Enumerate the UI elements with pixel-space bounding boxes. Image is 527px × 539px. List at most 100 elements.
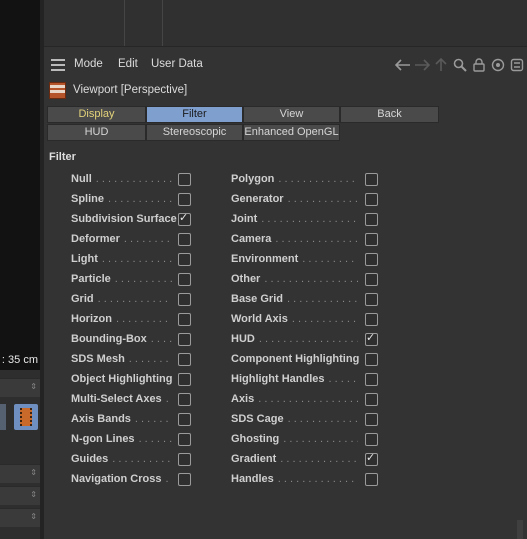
filter-option-polygon[interactable]: Polygon . . . . . . . . . . . . . . . . … xyxy=(231,173,379,187)
filter-option-bounding-box[interactable]: Bounding-Box . . . . . . . . . . . . . .… xyxy=(71,333,192,347)
filter-option-light[interactable]: Light . . . . . . . . . . . . . . . . . … xyxy=(71,253,192,267)
checkbox[interactable] xyxy=(365,253,378,266)
filter-option-null[interactable]: Null . . . . . . . . . . . . . . . . . .… xyxy=(71,173,192,187)
target-icon[interactable] xyxy=(490,57,506,73)
filter-option-subdivision-surface[interactable]: Subdivision Surface xyxy=(71,211,192,227)
filter-option-handles[interactable]: Handles . . . . . . . . . . . . . . . . … xyxy=(231,473,379,487)
tab-view[interactable]: View xyxy=(243,106,340,123)
filter-option-object-highlighting[interactable]: Object Highlighting xyxy=(71,373,192,387)
leader-dots: . . . . . . . . . . . . . . . . . . . . … xyxy=(108,193,172,205)
checkbox[interactable] xyxy=(178,373,191,386)
spinner-icon[interactable]: ⇕ xyxy=(30,382,37,391)
checkbox-checked[interactable] xyxy=(178,211,191,226)
checkbox[interactable] xyxy=(365,273,378,286)
filter-option-n-gon-lines[interactable]: N-gon Lines . . . . . . . . . . . . . . … xyxy=(71,433,192,447)
left-field-row[interactable]: ⇕ xyxy=(0,508,40,527)
tab-hud[interactable]: HUD xyxy=(47,124,146,141)
filter-option-environment[interactable]: Environment . . . . . . . . . . . . . . … xyxy=(231,253,379,267)
checkbox[interactable] xyxy=(178,413,191,426)
arrow-left-icon[interactable] xyxy=(395,57,411,73)
left-viewport-area[interactable] xyxy=(0,0,40,370)
filter-option-deformer[interactable]: Deformer . . . . . . . . . . . . . . . .… xyxy=(71,233,192,247)
filter-option-navigation-cross[interactable]: Navigation Cross . . . . . . . . . . . .… xyxy=(71,473,192,487)
filter-option-label: Camera xyxy=(231,233,272,245)
filter-option-label: Guides xyxy=(71,453,109,465)
filter-option-sds-mesh[interactable]: SDS Mesh . . . . . . . . . . . . . . . .… xyxy=(71,353,192,367)
checkbox[interactable] xyxy=(365,393,378,406)
filter-option-gradient[interactable]: Gradient . . . . . . . . . . . . . . . .… xyxy=(231,451,379,467)
filter-option-base-grid[interactable]: Base Grid . . . . . . . . . . . . . . . … xyxy=(231,293,379,307)
filter-option-generator[interactable]: Generator . . . . . . . . . . . . . . . … xyxy=(231,193,379,207)
filter-option-hud[interactable]: HUD . . . . . . . . . . . . . . . . . . … xyxy=(231,331,379,347)
filter-option-horizon[interactable]: Horizon . . . . . . . . . . . . . . . . … xyxy=(71,313,192,327)
arrow-right-icon[interactable] xyxy=(414,57,430,73)
filter-option-joint[interactable]: Joint . . . . . . . . . . . . . . . . . … xyxy=(231,213,379,227)
lock-icon[interactable] xyxy=(471,57,487,73)
filter-option-camera[interactable]: Camera . . . . . . . . . . . . . . . . .… xyxy=(231,233,379,247)
filter-option-highlight-handles[interactable]: Highlight Handles . . . . . . . . . . . … xyxy=(231,373,379,387)
checkbox[interactable] xyxy=(178,333,191,346)
filter-option-guides[interactable]: Guides . . . . . . . . . . . . . . . . .… xyxy=(71,453,192,467)
film-button[interactable] xyxy=(14,404,38,430)
filter-option-axis[interactable]: Axis . . . . . . . . . . . . . . . . . .… xyxy=(231,393,379,407)
checkbox[interactable] xyxy=(365,353,378,366)
checkbox[interactable] xyxy=(365,373,378,386)
filter-option-other[interactable]: Other . . . . . . . . . . . . . . . . . … xyxy=(231,273,379,287)
checkbox[interactable] xyxy=(365,313,378,326)
spinner-icon[interactable]: ⇕ xyxy=(30,512,37,521)
checkbox[interactable] xyxy=(178,193,191,206)
checkbox[interactable] xyxy=(178,313,191,326)
left-tool-button[interactable] xyxy=(0,404,6,430)
filter-option-sds-cage[interactable]: SDS Cage . . . . . . . . . . . . . . . .… xyxy=(231,413,379,427)
left-field-row[interactable]: ⇕ xyxy=(0,486,40,505)
hamburger-menu-icon[interactable] xyxy=(51,59,65,71)
checkbox[interactable] xyxy=(365,413,378,426)
checkbox[interactable] xyxy=(178,173,191,186)
checkbox[interactable] xyxy=(365,213,378,226)
checkbox[interactable] xyxy=(178,393,191,406)
nav-icon-group xyxy=(395,56,525,74)
checkbox[interactable] xyxy=(365,233,378,246)
filter-option-multi-select-axes[interactable]: Multi-Select Axes . . . . . . . . . . . … xyxy=(71,393,192,407)
filter-option-spline[interactable]: Spline . . . . . . . . . . . . . . . . .… xyxy=(71,193,192,207)
tab-enhanced-opengl[interactable]: Enhanced OpenGL xyxy=(243,124,340,141)
tab-back[interactable]: Back xyxy=(340,106,439,123)
search-icon[interactable] xyxy=(452,57,468,73)
filter-option-particle[interactable]: Particle . . . . . . . . . . . . . . . .… xyxy=(71,273,192,287)
checkbox[interactable] xyxy=(365,433,378,446)
checkbox[interactable] xyxy=(178,453,191,466)
left-field-row[interactable]: ⇕ xyxy=(0,378,40,397)
spinner-icon[interactable]: ⇕ xyxy=(30,490,37,499)
tab-stereoscopic[interactable]: Stereoscopic xyxy=(146,124,243,141)
menu-mode[interactable]: Mode xyxy=(74,58,103,70)
filter-option-component-highlighting[interactable]: Component Highlighting xyxy=(231,353,379,367)
filter-option-ghosting[interactable]: Ghosting . . . . . . . . . . . . . . . .… xyxy=(231,433,379,447)
left-field-row[interactable]: ⇕ xyxy=(0,464,40,483)
menu-edit[interactable]: Edit xyxy=(118,58,138,70)
leader-dots: . . . . . . . . . . . . . . . . . . . . … xyxy=(138,433,172,445)
viewport-icon xyxy=(49,82,66,99)
tab-filter[interactable]: Filter xyxy=(146,106,243,123)
checkbox[interactable] xyxy=(365,473,378,486)
filter-option-grid[interactable]: Grid . . . . . . . . . . . . . . . . . .… xyxy=(71,293,192,307)
checkbox[interactable] xyxy=(178,473,191,486)
checkbox[interactable] xyxy=(365,173,378,186)
settings-icon[interactable] xyxy=(509,57,525,73)
tab-display[interactable]: Display xyxy=(47,106,146,123)
filter-option-world-axis[interactable]: World Axis . . . . . . . . . . . . . . .… xyxy=(231,313,379,327)
checkbox[interactable] xyxy=(178,273,191,286)
scrollbar[interactable] xyxy=(517,520,523,539)
checkbox[interactable] xyxy=(178,353,191,366)
menu-user-data[interactable]: User Data xyxy=(151,58,203,70)
checkbox[interactable] xyxy=(178,233,191,246)
checkbox-checked[interactable] xyxy=(365,331,378,346)
spinner-icon[interactable]: ⇕ xyxy=(30,468,37,477)
filter-option-axis-bands[interactable]: Axis Bands . . . . . . . . . . . . . . .… xyxy=(71,413,192,427)
checkbox[interactable] xyxy=(178,253,191,266)
checkbox[interactable] xyxy=(365,193,378,206)
arrow-up-icon[interactable] xyxy=(433,57,449,73)
checkbox[interactable] xyxy=(178,433,191,446)
checkbox-checked[interactable] xyxy=(365,451,378,466)
checkbox[interactable] xyxy=(178,293,191,306)
checkbox[interactable] xyxy=(365,293,378,306)
